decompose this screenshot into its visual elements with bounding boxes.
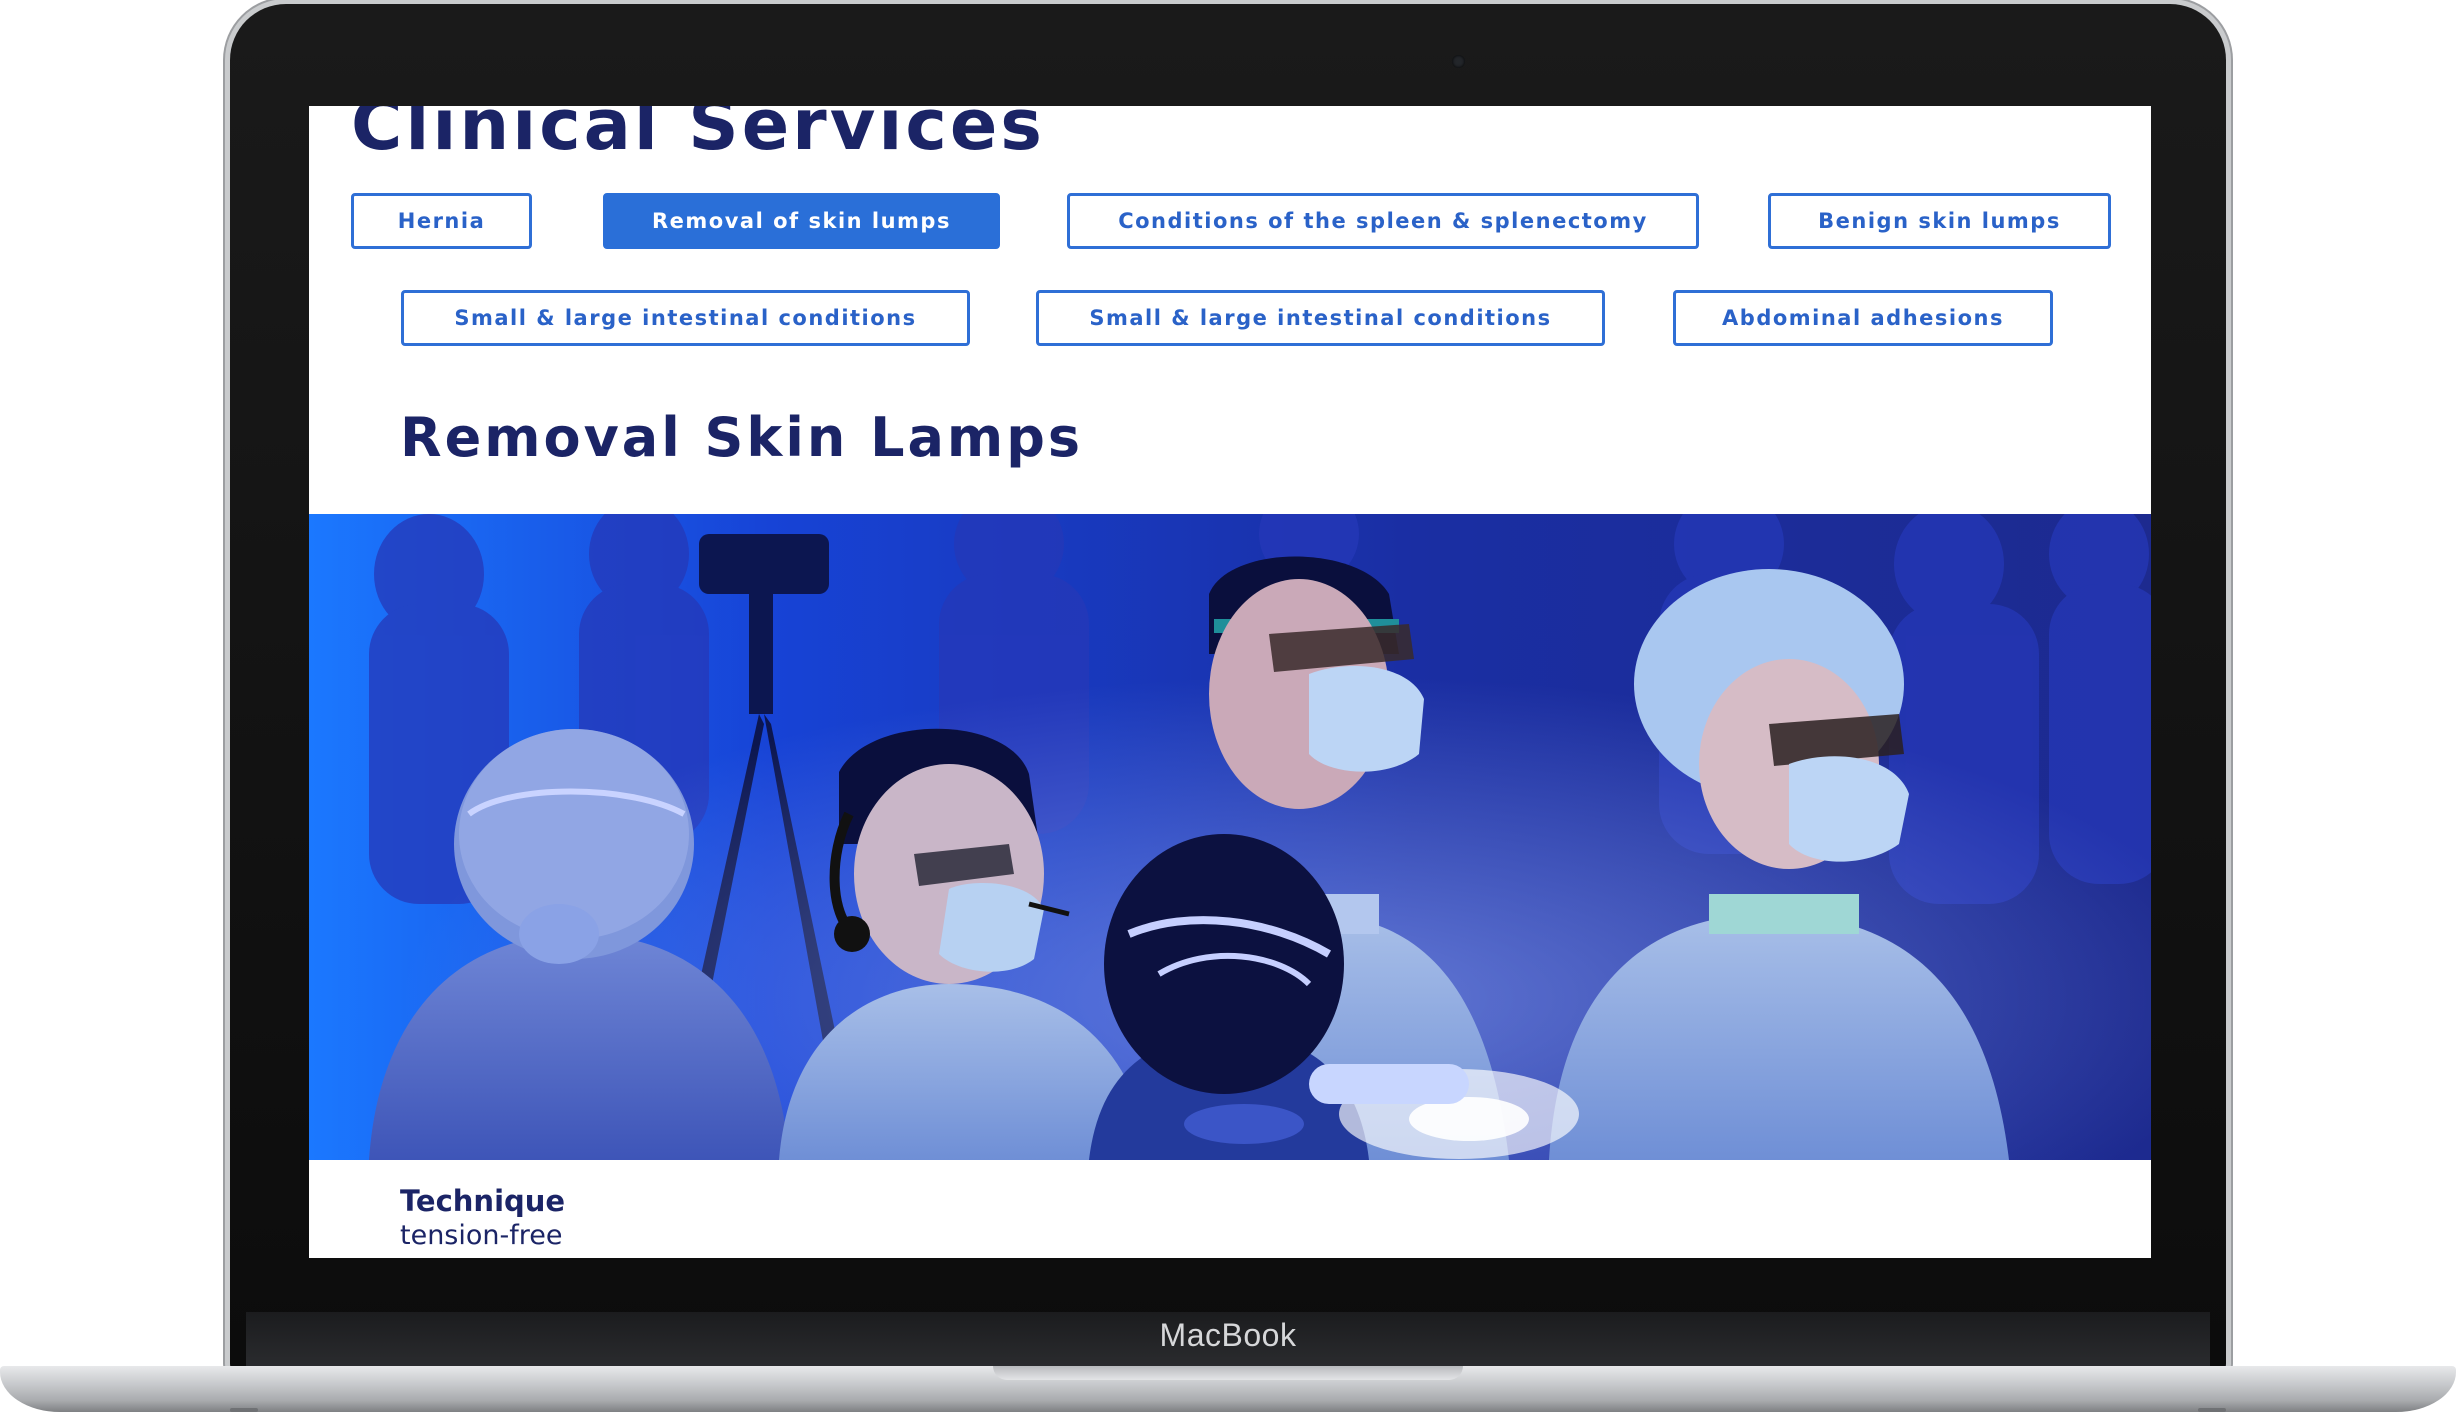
tab-benign-skin-lumps[interactable]: Benign skin lumps (1768, 193, 2111, 249)
technique-value: tension-free (400, 1220, 563, 1251)
laptop-opening-notch (993, 1366, 1463, 1380)
tab-abdominal-adhesions[interactable]: Abdominal adhesions (1673, 290, 2053, 346)
camera-icon (1452, 55, 1465, 68)
tab-spleen-splenectomy[interactable]: Conditions of the spleen & splenectomy (1067, 193, 1699, 249)
technique-block: Technique tension-free (400, 1184, 565, 1251)
tab-hernia[interactable]: Hernia (351, 193, 532, 249)
laptop-foot (2198, 1408, 2226, 1412)
section-title: Clinical Services (351, 106, 1045, 166)
tab-removal-of-skin-lumps[interactable]: Removal of skin lumps (603, 193, 1000, 249)
tab-intestinal-conditions-1[interactable]: Small & large intestinal conditions (401, 290, 970, 346)
browser-viewport: Clinical Services Hernia Removal of skin… (309, 106, 2151, 1258)
surgical-team-photo (309, 514, 2151, 1160)
macbook-brand-label: MacBook (1159, 1317, 1297, 1353)
tab-intestinal-conditions-2[interactable]: Small & large intestinal conditions (1036, 290, 1605, 346)
surgical-team-illustration (309, 514, 2151, 1160)
content-title: Removal Skin Lamps (400, 406, 1083, 469)
mockup-stage: Clinical Services Hernia Removal of skin… (0, 0, 2456, 1420)
laptop-foot (230, 1408, 258, 1412)
technique-label: Technique (400, 1184, 566, 1218)
